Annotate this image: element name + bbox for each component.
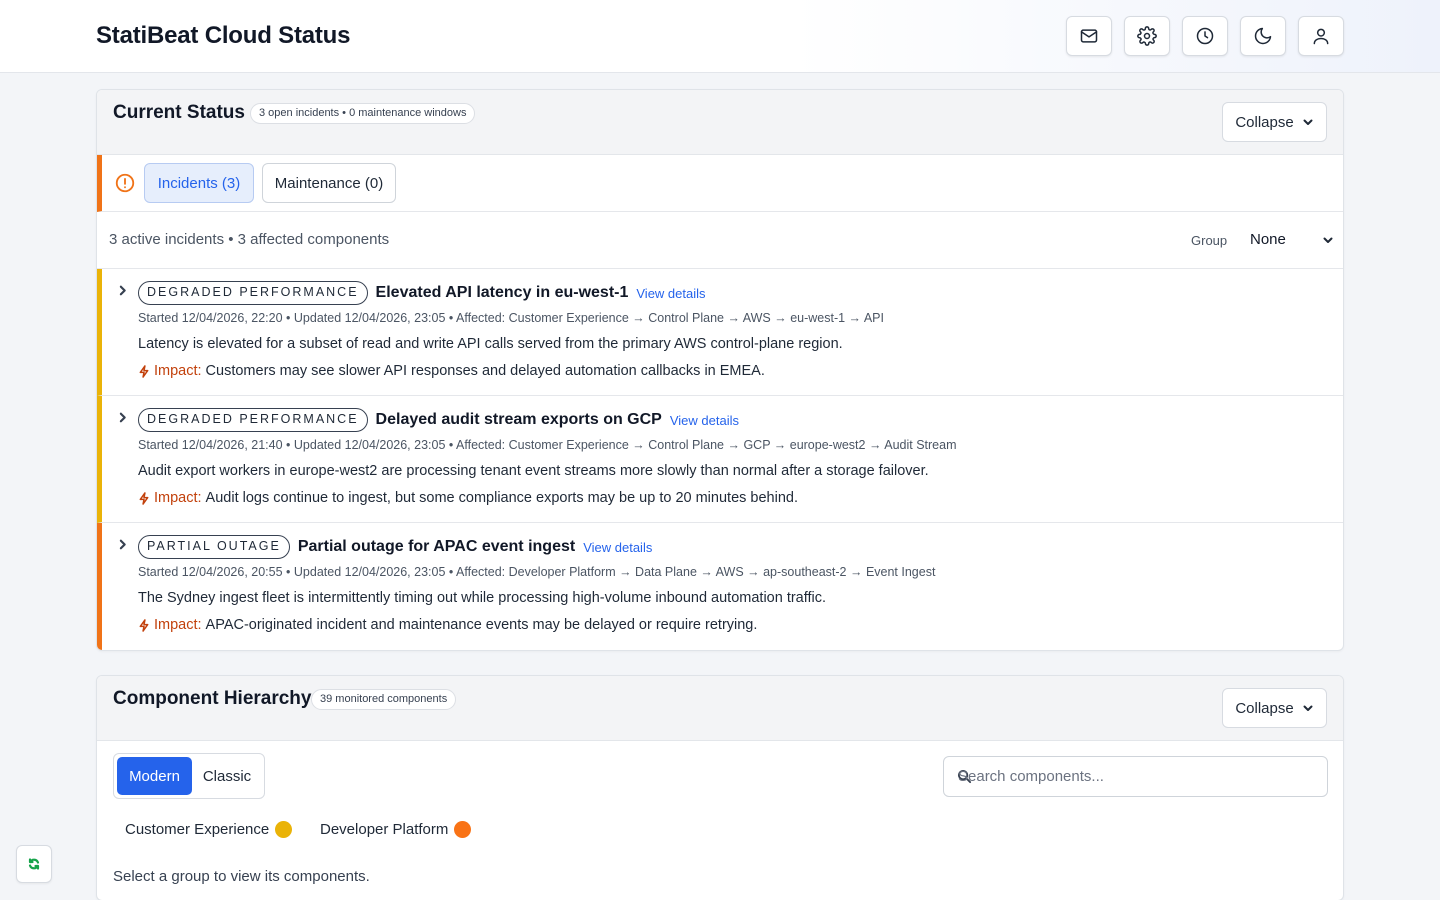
select-group-hint: Select a group to view its components.: [113, 868, 370, 885]
impact-label: Impact:: [154, 490, 202, 506]
incident-row: Partial Outage Partial outage for APAC e…: [97, 523, 1343, 650]
current-status-header: Current Status 3 open incidents • 0 main…: [97, 90, 1343, 155]
group-chip-label: Developer Platform: [320, 821, 449, 838]
impact-text: APAC-originated incident and maintenance…: [205, 617, 758, 633]
chevron-down-icon: [1303, 705, 1313, 711]
component-hierarchy-header: Component Hierarchy 39 monitored compone…: [97, 676, 1343, 741]
group-chip-label: Customer Experience: [125, 821, 270, 838]
incident-impact: Impact: Customers may see slower API res…: [138, 363, 765, 379]
status-dot: [275, 821, 293, 838]
status-summary-pill: 3 open incidents • 0 maintenance windows: [250, 103, 476, 124]
incident-title: Elevated API latency in eu-west-1: [375, 284, 629, 301]
impact-label: Impact:: [154, 363, 202, 379]
group-select-value: None: [1250, 231, 1286, 248]
collapse-status-button[interactable]: Collapse: [1222, 102, 1327, 142]
chevron-down-icon: [1303, 119, 1313, 125]
search-input[interactable]: [958, 757, 1318, 796]
impact-label: Impact:: [154, 617, 202, 633]
group-select[interactable]: None: [1250, 231, 1334, 248]
view-classic-button[interactable]: Classic: [194, 757, 260, 795]
chevron-right-icon[interactable]: [116, 538, 129, 551]
view-details-link[interactable]: View details: [583, 540, 652, 555]
tab-incidents[interactable]: Incidents (3): [144, 163, 254, 203]
collapse-label: Collapse: [1235, 699, 1294, 717]
incident-title: Partial outage for APAC event ingest: [297, 538, 576, 555]
view-details-link[interactable]: View details: [636, 286, 705, 301]
view-details-link[interactable]: View details: [670, 413, 739, 428]
incident-row: Degraded Performance Delayed audit strea…: [97, 396, 1343, 523]
history-button[interactable]: [1182, 16, 1228, 56]
refresh-button[interactable]: [16, 845, 52, 883]
impact-text: Audit logs continue to ingest, but some …: [205, 490, 798, 506]
tab-maintenance[interactable]: Maintenance (0): [262, 163, 396, 203]
header-actions: [1066, 16, 1344, 56]
chevron-right-icon[interactable]: [116, 284, 129, 297]
monitored-count-pill: 39 monitored components: [311, 689, 457, 710]
top-bar: StatiBeat Cloud Status: [0, 0, 1440, 73]
current-status-title: Current Status: [113, 102, 245, 123]
incident-description: Latency is elevated for a subset of read…: [138, 336, 843, 352]
component-hierarchy-title: Component Hierarchy: [113, 688, 312, 709]
incident-impact: Impact: Audit logs continue to ingest, b…: [138, 490, 798, 506]
status-badge: Degraded Performance: [138, 281, 368, 305]
clock-icon: [1196, 27, 1214, 45]
subscribe-button[interactable]: [1066, 16, 1112, 56]
gear-icon: [1137, 26, 1157, 46]
collapse-components-button[interactable]: Collapse: [1222, 688, 1327, 728]
account-button[interactable]: [1298, 16, 1344, 56]
collapse-label: Collapse: [1235, 113, 1294, 131]
incident-summary: 3 active incidents • 3 affected componen…: [109, 231, 390, 248]
chevron-right-icon[interactable]: [116, 411, 129, 424]
group-chip-customer-experience[interactable]: Customer Experience: [125, 821, 293, 838]
incident-meta: Started 12/04/2026, 22:20 • Updated 12/0…: [138, 311, 884, 325]
user-icon: [1313, 28, 1329, 45]
status-tabs: Incidents (3) Maintenance (0): [97, 155, 1343, 212]
component-hierarchy-card: Component Hierarchy 39 monitored compone…: [96, 675, 1344, 900]
chevron-down-icon: [1323, 237, 1333, 243]
moon-icon: [1254, 27, 1272, 45]
incident-description: The Sydney ingest fleet is intermittentl…: [138, 590, 827, 606]
group-chip-developer-platform[interactable]: Developer Platform: [320, 821, 472, 838]
refresh-icon: [28, 858, 40, 870]
incident-title: Delayed audit stream exports on GCP: [375, 411, 662, 428]
status-badge: Degraded Performance: [138, 408, 368, 432]
component-search: [943, 756, 1328, 797]
bolt-icon: [139, 618, 149, 632]
status-badge: Partial Outage: [138, 535, 290, 559]
settings-button[interactable]: [1124, 16, 1170, 56]
view-modern-button[interactable]: Modern: [117, 757, 192, 795]
impact-text: Customers may see slower API responses a…: [205, 363, 765, 379]
current-status-card: Current Status 3 open incidents • 0 main…: [96, 89, 1344, 651]
incident-filter-row: 3 active incidents • 3 affected componen…: [97, 212, 1343, 269]
incident-row: Degraded Performance Elevated API latenc…: [97, 269, 1343, 396]
incident-impact: Impact: APAC-originated incident and mai…: [138, 617, 757, 633]
bolt-icon: [139, 364, 149, 378]
mail-icon: [1080, 29, 1098, 43]
incident-meta: Started 12/04/2026, 20:55 • Updated 12/0…: [138, 565, 936, 579]
theme-toggle-button[interactable]: [1240, 16, 1286, 56]
bolt-icon: [139, 491, 149, 505]
status-dot: [454, 821, 472, 838]
group-label: Group: [1191, 233, 1228, 248]
incident-description: Audit export workers in europe-west2 are…: [138, 463, 929, 479]
component-hierarchy-body: Modern Classic Customer Experience Devel…: [97, 741, 1343, 900]
incident-meta: Started 12/04/2026, 21:40 • Updated 12/0…: [138, 438, 957, 452]
view-mode-toggle: Modern Classic: [113, 753, 265, 799]
alert-circle-icon: [115, 173, 135, 193]
app-title: StatiBeat Cloud Status: [96, 22, 351, 49]
